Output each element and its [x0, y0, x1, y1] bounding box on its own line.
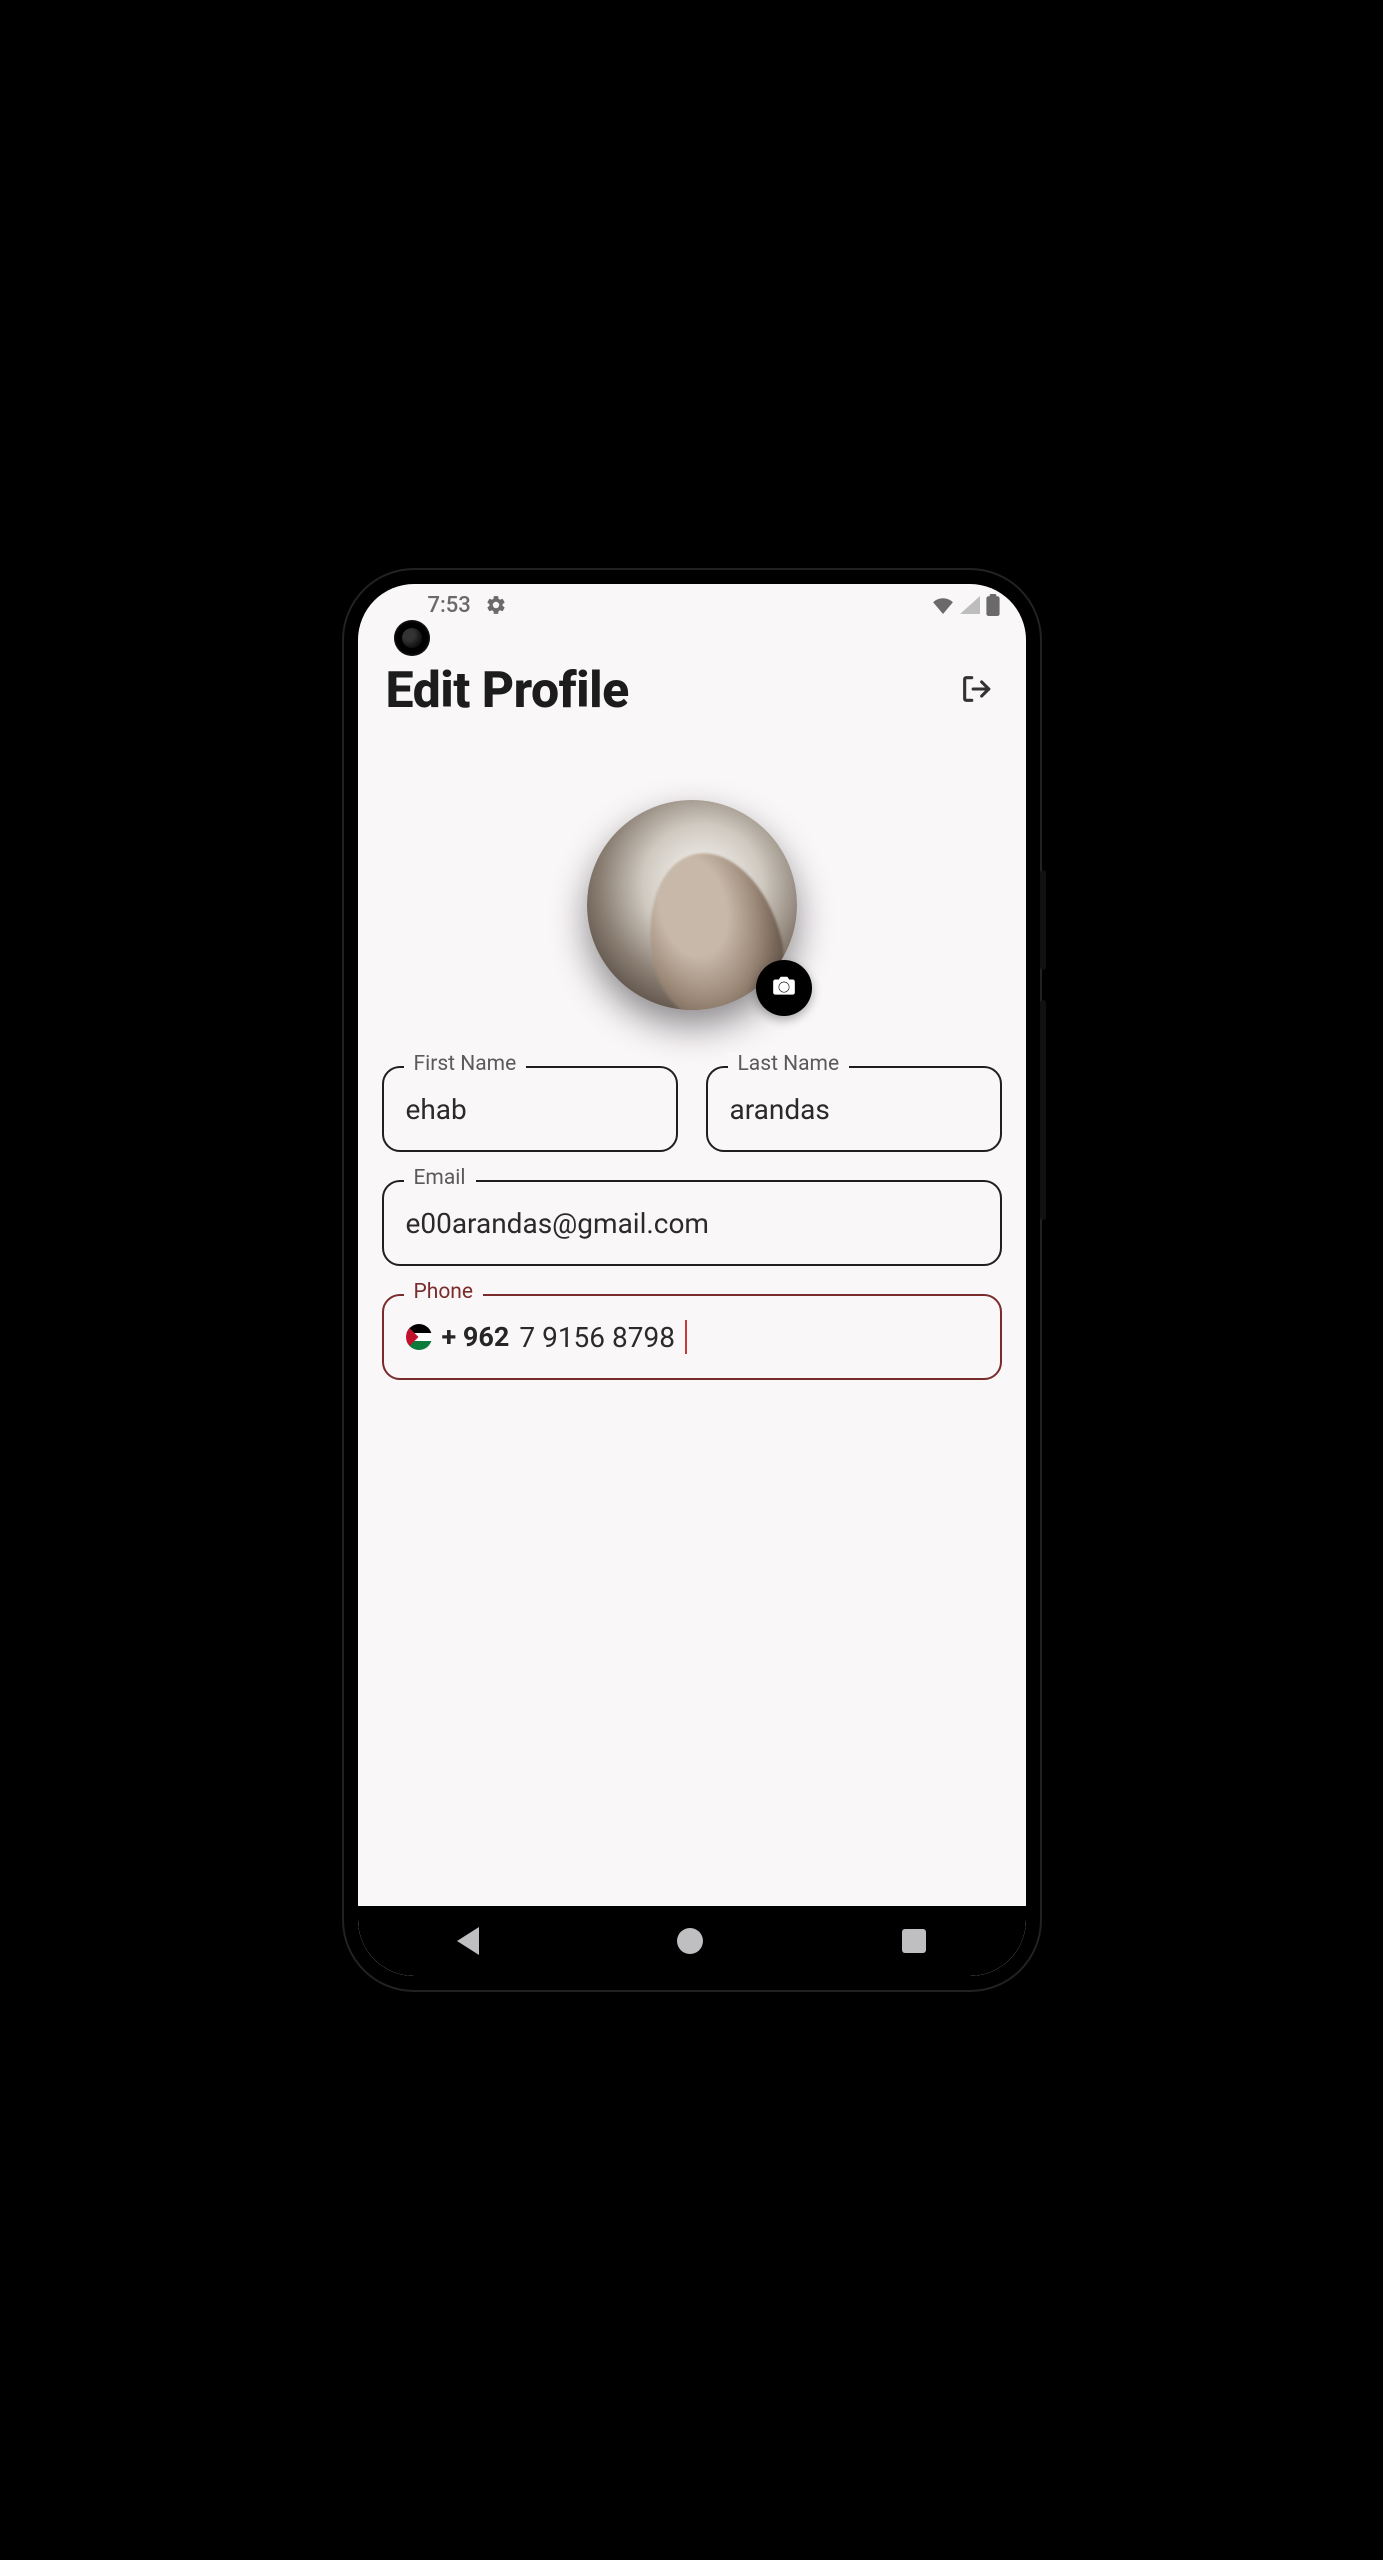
status-bar: 7:53: [358, 584, 1026, 626]
first-name-label: First Name: [404, 1052, 527, 1076]
email-label: Email: [404, 1166, 476, 1190]
nav-recents-button[interactable]: [902, 1929, 926, 1953]
phone-device-frame: 7:53 Edit Profile: [344, 570, 1040, 1990]
change-photo-button[interactable]: [756, 960, 812, 1016]
status-time: 7:53: [428, 593, 471, 618]
first-name-field: First Name: [382, 1066, 678, 1152]
last-name-label: Last Name: [728, 1052, 850, 1076]
avatar-section: [358, 800, 1026, 1010]
side-button: [1040, 870, 1046, 970]
front-camera: [394, 620, 430, 656]
profile-form: First Name Last Name Email: [358, 1010, 1026, 1408]
wifi-icon: [932, 596, 954, 614]
email-box: [382, 1180, 1002, 1266]
nav-home-button[interactable]: [677, 1928, 703, 1954]
page-header: Edit Profile: [358, 626, 1026, 720]
logout-icon: [959, 672, 993, 710]
last-name-box: [706, 1066, 1002, 1152]
page-title: Edit Profile: [386, 662, 629, 720]
nav-back-button[interactable]: [457, 1927, 479, 1955]
status-bar-right: [932, 594, 1000, 616]
last-name-input[interactable]: [730, 1093, 978, 1126]
screen: 7:53 Edit Profile: [358, 584, 1026, 1976]
last-name-field: Last Name: [706, 1066, 1002, 1152]
email-input[interactable]: [406, 1207, 978, 1240]
phone-box: + 962 7 9156 8798: [382, 1294, 1002, 1380]
phone-field: Phone + 962 7 9156 8798: [382, 1294, 1002, 1380]
android-navigation-bar: [358, 1906, 1026, 1976]
gear-icon: [485, 594, 507, 616]
logout-button[interactable]: [954, 669, 998, 713]
status-bar-left: 7:53: [428, 593, 507, 618]
first-name-box: [382, 1066, 678, 1152]
side-button: [1040, 1000, 1046, 1220]
phone-label: Phone: [404, 1280, 484, 1304]
first-name-input[interactable]: [406, 1093, 654, 1126]
battery-icon: [986, 594, 1000, 616]
cellular-signal-icon: [960, 596, 980, 614]
camera-icon: [771, 973, 797, 1003]
email-field: Email: [382, 1180, 1002, 1266]
